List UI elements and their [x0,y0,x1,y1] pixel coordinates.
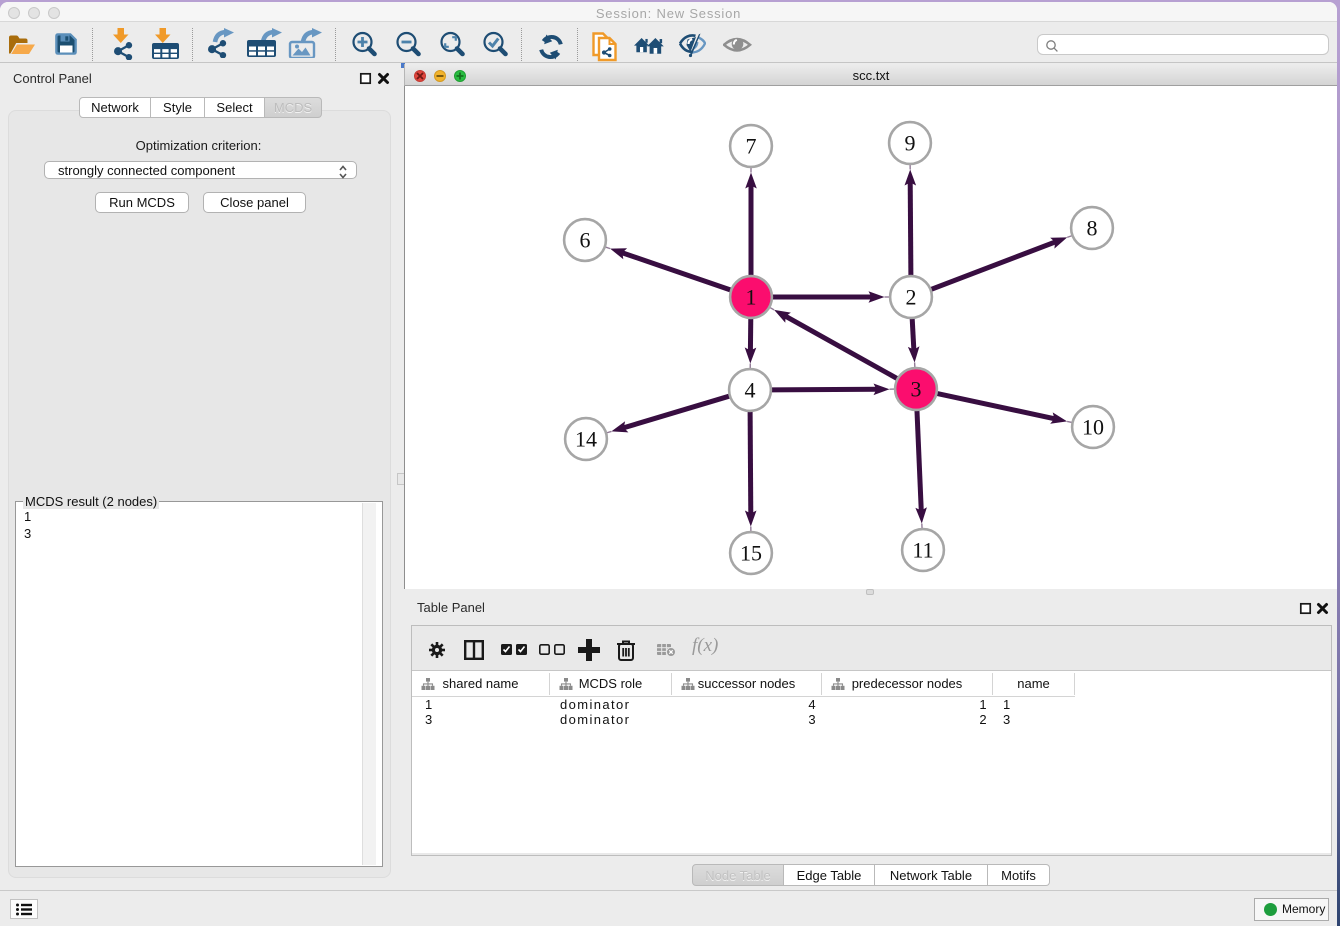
svg-text:f(x): f(x) [692,635,718,656]
svg-text:3: 3 [911,377,922,402]
svg-text:10: 10 [1082,415,1104,440]
svg-text:7: 7 [746,134,757,159]
svg-text:2: 2 [906,285,917,310]
svg-text:6: 6 [580,228,591,253]
svg-text:14: 14 [575,427,597,452]
svg-text:1: 1 [746,285,757,310]
svg-text:4: 4 [745,378,756,403]
svg-text:11: 11 [912,538,933,563]
svg-text:9: 9 [905,131,916,156]
svg-text:8: 8 [1087,216,1098,241]
svg-text:15: 15 [740,541,762,566]
